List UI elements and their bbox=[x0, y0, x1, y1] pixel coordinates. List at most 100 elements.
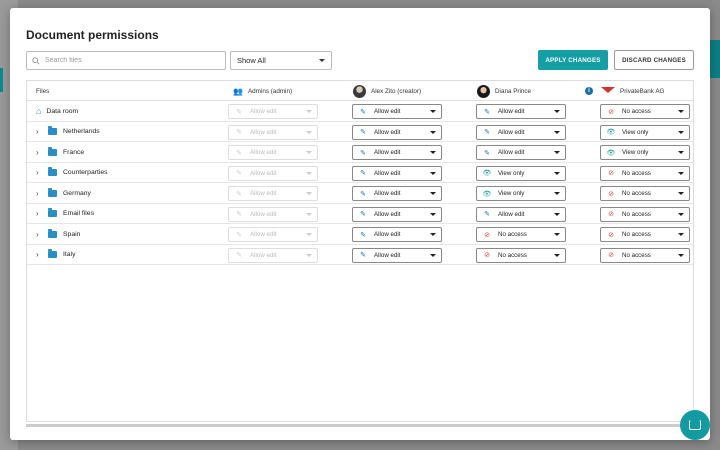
pencil-icon: ✎ bbox=[360, 190, 366, 198]
permission-dropdown[interactable]: ✎ Allow edit bbox=[352, 247, 442, 263]
chevron-right-icon[interactable]: › bbox=[36, 148, 48, 157]
chevron-down-icon bbox=[678, 130, 684, 134]
chevron-down-icon bbox=[430, 192, 436, 195]
permission-dropdown[interactable]: ✎ Allow edit bbox=[476, 145, 566, 160]
search-box[interactable] bbox=[26, 51, 226, 70]
permission-dropdown[interactable]: ✎ Allow edit bbox=[352, 206, 442, 222]
table-row: › France ✎ Allow edit ✎ Allow edit ✎ Allow edit… bbox=[27, 142, 693, 163]
row-name[interactable]: › Netherlands bbox=[36, 122, 100, 142]
permission-dropdown: ✎ Allow edit bbox=[228, 227, 318, 242]
table-body: ⌂ Data room ✎ Allow edit ✎ Allow edit ✎ Allow e… bbox=[27, 101, 693, 265]
permission-dropdown: ✎ Allow edit bbox=[228, 186, 318, 201]
row-label: Italy bbox=[63, 251, 76, 258]
chevron-right-icon[interactable]: › bbox=[36, 209, 48, 218]
chevron-down-icon bbox=[430, 212, 436, 216]
permission-label: No access bbox=[622, 231, 651, 238]
row-name[interactable]: ⌂ Data room bbox=[36, 101, 78, 121]
pencil-icon: ✎ bbox=[236, 149, 242, 157]
chevron-down-icon bbox=[306, 171, 312, 175]
table-header: Files 👥 Admins (admin) Alex Zito (creator… bbox=[27, 81, 693, 101]
avatar bbox=[477, 84, 490, 98]
filter-select[interactable]: Show All bbox=[230, 51, 332, 70]
permission-dropdown[interactable]: ⊘ No access bbox=[476, 227, 566, 242]
permission-dropdown: ✎ Allow edit bbox=[228, 165, 318, 181]
chevron-down-icon bbox=[554, 253, 560, 257]
permission-dropdown[interactable]: ✎ Allow edit bbox=[352, 124, 442, 140]
permission-dropdown[interactable]: ✎ Allow edit bbox=[352, 145, 442, 160]
horizontal-scrollbar[interactable] bbox=[26, 424, 694, 427]
apply-changes-button[interactable]: APPLY CHANGES bbox=[538, 50, 608, 70]
chevron-right-icon[interactable]: › bbox=[36, 168, 48, 177]
permission-label: Allow edit bbox=[498, 149, 525, 156]
permission-label: Allow edit bbox=[374, 108, 401, 115]
chevron-right-icon[interactable]: › bbox=[36, 189, 48, 198]
permission-dropdown[interactable]: ⊘ No access bbox=[476, 247, 566, 263]
row-name[interactable]: › Email files bbox=[36, 204, 94, 224]
pencil-icon: ✎ bbox=[360, 170, 366, 177]
permission-dropdown[interactable]: 👁 View only bbox=[476, 186, 566, 201]
pencil-icon: ✎ bbox=[484, 108, 490, 116]
search-input[interactable] bbox=[45, 57, 215, 64]
modal-title: Document permissions bbox=[26, 28, 159, 42]
permission-dropdown[interactable]: ✎ Allow edit bbox=[476, 124, 566, 140]
permission-label: Allow edit bbox=[498, 108, 525, 115]
chevron-down-icon bbox=[554, 192, 560, 195]
row-name[interactable]: › Italy bbox=[36, 245, 75, 265]
pencil-icon: ✎ bbox=[360, 108, 366, 116]
no-access-icon: ⊘ bbox=[484, 231, 490, 239]
row-name[interactable]: › Spain bbox=[36, 224, 80, 244]
permission-label: Allow edit bbox=[498, 210, 525, 218]
permission-dropdown[interactable]: ⊘ No access bbox=[600, 247, 690, 263]
permission-dropdown[interactable]: ✎ Allow edit bbox=[476, 104, 566, 119]
permission-dropdown[interactable]: 👁 View only bbox=[600, 145, 690, 160]
permission-dropdown[interactable]: ✎ Allow edit bbox=[476, 206, 566, 222]
chat-launcher-button[interactable] bbox=[680, 410, 710, 440]
discard-changes-button[interactable]: DISCARD CHANGES bbox=[614, 50, 694, 70]
permission-label: Allow edit bbox=[250, 251, 277, 259]
permission-label: Allow edit bbox=[250, 149, 277, 156]
folder-icon bbox=[48, 126, 57, 135]
pencil-icon: ✎ bbox=[236, 190, 242, 198]
permission-dropdown[interactable]: ⊘ No access bbox=[600, 186, 690, 201]
permission-label: Allow edit bbox=[374, 149, 401, 156]
pencil-icon: ✎ bbox=[236, 231, 242, 239]
permission-dropdown[interactable]: 👁 View only bbox=[476, 165, 566, 181]
permission-dropdown[interactable]: ✎ Allow edit bbox=[352, 165, 442, 181]
chevron-down-icon bbox=[678, 212, 684, 216]
permission-dropdown[interactable]: ⊘ No access bbox=[600, 206, 690, 222]
chevron-down-icon bbox=[430, 233, 436, 236]
chevron-down-icon bbox=[554, 110, 560, 113]
pencil-icon: ✎ bbox=[360, 211, 366, 218]
chevron-right-icon[interactable]: › bbox=[36, 127, 48, 136]
chevron-down-icon bbox=[678, 151, 684, 154]
permission-dropdown[interactable]: ⊘ No access bbox=[600, 227, 690, 242]
chevron-right-icon[interactable]: › bbox=[36, 250, 48, 259]
row-name[interactable]: › Counterparties bbox=[36, 163, 108, 183]
row-name[interactable]: › France bbox=[36, 142, 84, 162]
pencil-icon: ✎ bbox=[360, 129, 366, 136]
chevron-right-icon[interactable]: › bbox=[36, 230, 48, 239]
eye-icon: 👁 bbox=[606, 149, 616, 157]
permission-dropdown[interactable]: ⊘ No access bbox=[600, 165, 690, 181]
folder-icon bbox=[48, 167, 57, 176]
pencil-icon: ✎ bbox=[484, 149, 490, 157]
chevron-down-icon bbox=[554, 171, 560, 175]
permission-dropdown: ✎ Allow edit bbox=[228, 206, 318, 222]
permission-dropdown[interactable]: ✎ Allow edit bbox=[352, 104, 442, 119]
chevron-down-icon bbox=[306, 253, 312, 257]
home-icon: ⌂ bbox=[36, 106, 42, 116]
chevron-down-icon bbox=[678, 110, 684, 113]
row-name[interactable]: › Germany bbox=[36, 183, 91, 203]
permission-dropdown[interactable]: ✎ Allow edit bbox=[352, 227, 442, 242]
info-icon[interactable]: i bbox=[585, 87, 593, 95]
chevron-down-icon bbox=[306, 212, 312, 216]
eye-icon: 👁 bbox=[606, 129, 616, 136]
permission-dropdown[interactable]: 👁 View only bbox=[600, 124, 690, 140]
permission-dropdown[interactable]: ⊘ No access bbox=[600, 104, 690, 119]
chevron-down-icon bbox=[306, 192, 312, 195]
bank-logo-icon bbox=[601, 87, 615, 95]
permission-dropdown[interactable]: ✎ Allow edit bbox=[352, 186, 442, 201]
no-access-icon: ⊘ bbox=[608, 211, 614, 218]
permission-label: No access bbox=[622, 108, 651, 115]
column-header-privatebank: PrivateBank AG bbox=[601, 81, 664, 101]
